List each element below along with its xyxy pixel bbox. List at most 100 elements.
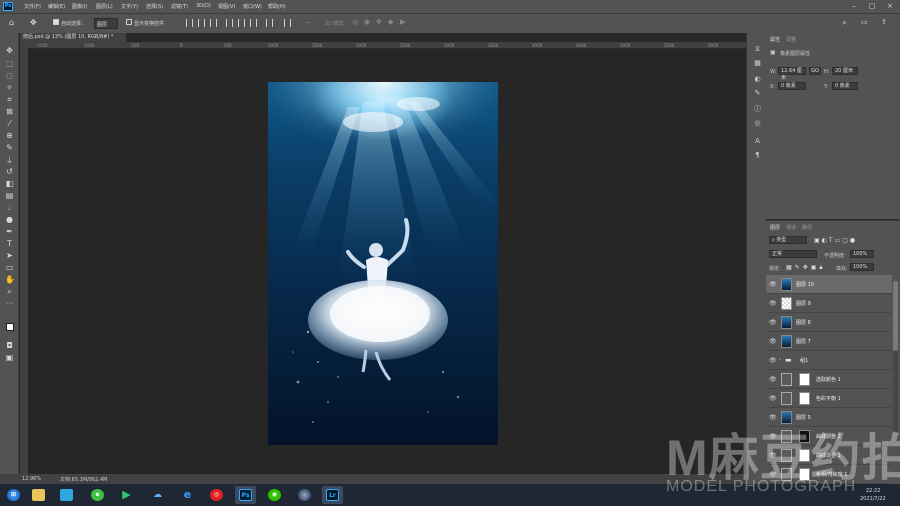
visibility-eye-icon[interactable]: 👁︎: [769, 357, 777, 364]
taskbar-netease[interactable]: ◎: [206, 486, 227, 504]
auto-select-checkbox[interactable]: [53, 19, 59, 25]
start-button[interactable]: ⊞: [3, 486, 24, 504]
taskbar-ie[interactable]: e: [177, 486, 198, 504]
navigator-icon[interactable]: ◎: [753, 119, 762, 128]
visibility-eye-icon[interactable]: 👁︎: [769, 338, 777, 345]
link-dimensions-button[interactable]: GO: [809, 67, 821, 75]
home-icon[interactable]: ⌂: [9, 18, 14, 27]
3d-rotate-icon[interactable]: ◎: [352, 18, 358, 26]
menu-image[interactable]: 图像(I): [72, 3, 87, 10]
align-bottom-icon[interactable]: [250, 19, 257, 27]
move-tool-icon[interactable]: ✥: [30, 18, 37, 27]
visibility-eye-icon[interactable]: 👁︎: [769, 376, 777, 383]
align-center-icon[interactable]: [198, 19, 205, 27]
brush-icon[interactable]: ✎: [5, 143, 14, 152]
align-right-icon[interactable]: [210, 19, 217, 27]
filter-icons[interactable]: ▣◐T▭▢●: [814, 237, 857, 244]
taskbar-explorer[interactable]: [28, 486, 49, 504]
layer-row[interactable]: 👁︎ 曲线调整 1: [766, 446, 892, 465]
y-field[interactable]: 0 像素: [832, 82, 858, 90]
screen-mode-icon[interactable]: ▣: [5, 353, 14, 362]
tab-properties[interactable]: 属性: [770, 36, 780, 43]
magic-wand-icon[interactable]: ✧: [5, 83, 14, 92]
layer-row[interactable]: 👁︎ 图层 9: [766, 294, 892, 313]
3d-roll-icon[interactable]: ◉: [364, 18, 370, 26]
tab-channels[interactable]: 通道: [786, 224, 796, 231]
3d-drag-icon[interactable]: ✥: [376, 18, 382, 26]
taskbar-media[interactable]: ▶: [116, 486, 137, 504]
minimize-icon[interactable]: –: [845, 0, 863, 13]
layer-group-row[interactable]: 👁︎ › ▬ 组1: [766, 351, 892, 370]
shape-icon[interactable]: ▭: [5, 263, 14, 272]
layer-filter-dropdown[interactable]: ⌕ 类型: [769, 236, 807, 244]
history-icon[interactable]: ⧖: [753, 45, 762, 54]
stamp-icon[interactable]: ⍊: [5, 155, 14, 164]
more-icon[interactable]: ···: [306, 20, 311, 26]
more-tools-icon[interactable]: ···: [5, 299, 14, 308]
3d-scale-icon[interactable]: ▶: [400, 18, 405, 26]
align-top-icon[interactable]: [226, 19, 233, 27]
visibility-eye-icon[interactable]: 👁︎: [769, 452, 777, 459]
character-icon[interactable]: A: [753, 137, 762, 146]
width-field[interactable]: 12.64 厘米: [778, 67, 806, 81]
tab-layers[interactable]: 图层: [770, 224, 780, 231]
swatches-icon[interactable]: ▦: [753, 59, 762, 68]
height-field[interactable]: 20 厘米: [832, 67, 858, 75]
visibility-eye-icon[interactable]: 👁︎: [769, 281, 777, 288]
move-icon[interactable]: ✥: [5, 46, 14, 55]
show-transform-checkbox[interactable]: [126, 19, 132, 25]
maximize-icon[interactable]: □: [863, 0, 881, 13]
taskbar-camera[interactable]: [294, 486, 315, 504]
taskbar-baidu[interactable]: ☁: [147, 486, 168, 504]
menu-edit[interactable]: 编辑(E): [48, 3, 65, 10]
photoshop-logo-icon[interactable]: Ps: [3, 2, 13, 11]
layer-row[interactable]: 👁︎ 图层 7: [766, 332, 892, 351]
crop-icon[interactable]: ⌗: [5, 95, 14, 104]
frame-icon[interactable]: ⊠: [5, 107, 14, 116]
layer-row[interactable]: 👁︎ 曲线调整 2: [766, 427, 892, 446]
adjust-icon[interactable]: ◐: [753, 75, 762, 84]
foreground-color-swatch[interactable]: [6, 323, 14, 331]
paragraph-icon[interactable]: ¶: [753, 151, 762, 160]
document-tab[interactable]: 修后.psd @ 13% (图层 10, RGB/8#) *: [20, 33, 126, 42]
layer-row[interactable]: 👁︎ 图层 8: [766, 313, 892, 332]
brush-settings-icon[interactable]: ✎: [753, 89, 762, 98]
tab-paths[interactable]: 路径: [802, 224, 812, 231]
menu-view[interactable]: 视图(V): [218, 3, 235, 10]
taskbar-360[interactable]: e: [87, 486, 108, 504]
type-icon[interactable]: T: [5, 239, 14, 248]
visibility-eye-icon[interactable]: 👁︎: [769, 433, 777, 440]
taskbar-wechat[interactable]: ◉: [264, 486, 285, 504]
status-arrow-icon[interactable]: ›: [103, 475, 105, 481]
marquee-icon[interactable]: ⬚: [5, 59, 14, 68]
menu-help[interactable]: 帮助(H): [268, 3, 286, 10]
menu-3d[interactable]: 3D(D): [196, 3, 211, 9]
x-field[interactable]: 0 像素: [778, 82, 806, 90]
quick-mask-icon[interactable]: ◘: [5, 341, 14, 350]
menu-window[interactable]: 窗口(W): [243, 3, 262, 10]
layer-row[interactable]: 👁︎ 色彩平衡 1: [766, 389, 892, 408]
history-brush-icon[interactable]: ↺: [5, 167, 14, 176]
info-icon[interactable]: ⓘ: [753, 105, 762, 114]
menu-select[interactable]: 选择(S): [146, 3, 163, 10]
dodge-icon[interactable]: ●: [5, 215, 14, 224]
layer-row[interactable]: 👁︎ 色相/饱和度 1: [766, 465, 892, 484]
visibility-eye-icon[interactable]: 👁︎: [769, 300, 777, 307]
path-select-icon[interactable]: ➤: [5, 251, 14, 260]
close-icon[interactable]: ×: [881, 0, 899, 13]
zoom-icon[interactable]: ⌕: [5, 287, 14, 296]
clock-date[interactable]: 2021/7/22: [860, 496, 886, 502]
align-left-icon[interactable]: [186, 19, 193, 27]
eraser-icon[interactable]: ◧: [5, 179, 14, 188]
pen-icon[interactable]: ✒: [5, 227, 14, 236]
hand-icon[interactable]: ✋: [5, 275, 15, 284]
tab-adjustments[interactable]: 调整: [786, 36, 796, 43]
search-icon[interactable]: ⌕: [842, 18, 846, 28]
share-icon[interactable]: ⇪: [881, 18, 887, 26]
menu-filter[interactable]: 滤镜(T): [171, 3, 188, 10]
layer-row[interactable]: 👁︎ 图层 5: [766, 408, 892, 427]
taskbar-store[interactable]: [56, 486, 77, 504]
lock-icons[interactable]: ▦✎✥▣🔒︎: [786, 264, 826, 272]
blur-icon[interactable]: 💧︎: [5, 203, 14, 212]
fill-field[interactable]: 100%: [850, 263, 874, 271]
